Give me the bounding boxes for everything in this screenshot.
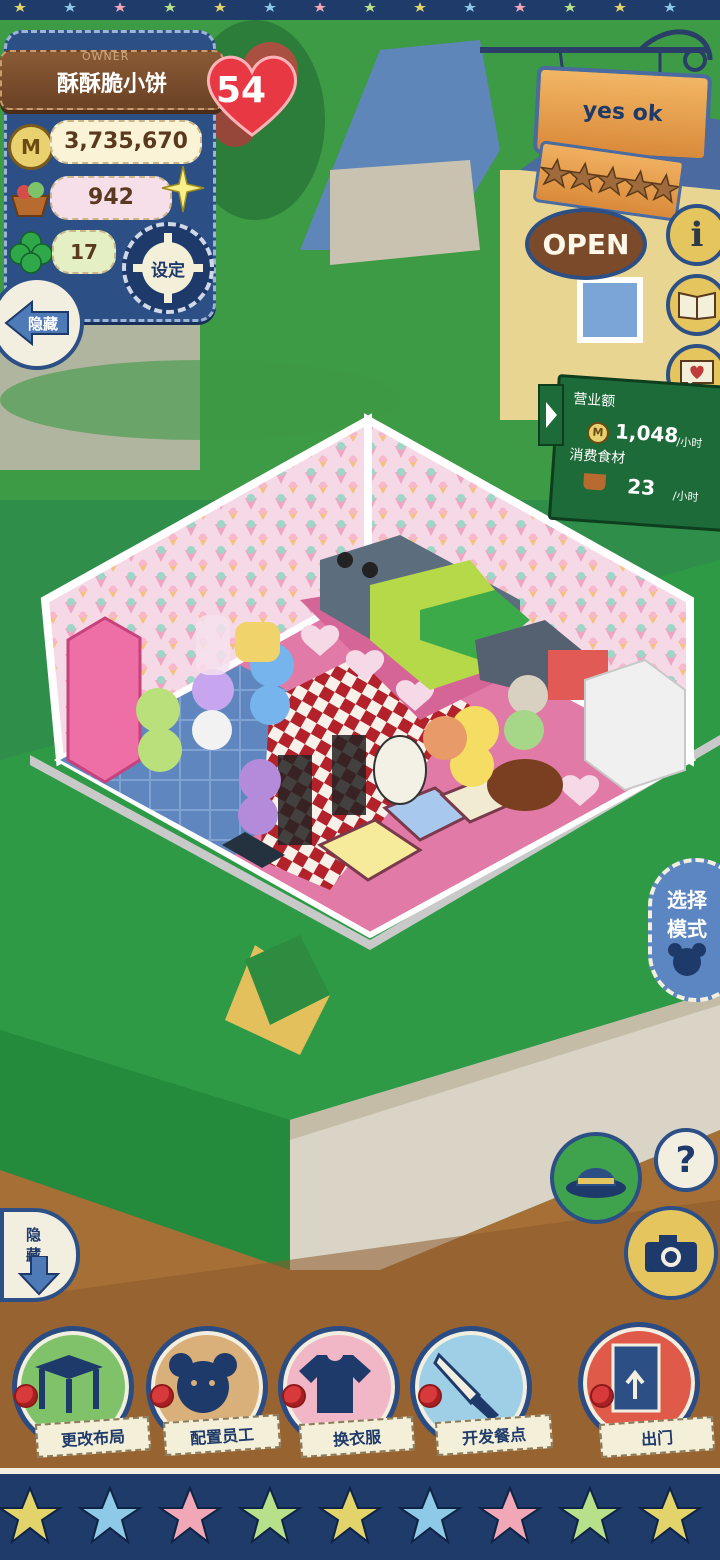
camera-button[interactable]: [624, 1206, 718, 1300]
clover-icon: [8, 230, 54, 276]
rating-star-icon: [649, 172, 682, 204]
info-button[interactable]: i: [666, 204, 720, 266]
info-icon: i: [690, 215, 704, 255]
owner-caption: OWNER: [82, 50, 130, 63]
rating-star-icon: [622, 169, 657, 201]
level-heart: 54: [202, 50, 302, 140]
go-out-pin-icon: [590, 1384, 614, 1408]
settings-button[interactable]: 设定: [122, 222, 214, 314]
book-icon: [678, 291, 716, 321]
help-icon: ?: [675, 1139, 697, 1181]
bear-head-icon: [169, 1353, 237, 1413]
layout-pin-icon: [14, 1384, 38, 1408]
level-value: 54: [216, 70, 267, 111]
stats-toggle-arrow[interactable]: [538, 384, 564, 446]
select-mode-line1: 选择: [667, 888, 707, 912]
shirt-icon: [299, 1355, 371, 1413]
bear-head-icon: [668, 943, 706, 976]
help-button[interactable]: ?: [654, 1128, 718, 1192]
coin-icon: M: [8, 124, 54, 170]
arrow-right-icon: [546, 402, 557, 428]
owner-name: 酥酥脆小饼: [56, 72, 167, 97]
consume-basket-icon: [583, 473, 607, 491]
arrow-down-icon: [17, 1256, 61, 1296]
consume-label: 消费食材: [568, 447, 626, 467]
open-sign[interactable]: OPEN: [525, 208, 647, 280]
revenue-value: 1,048: [614, 419, 680, 448]
rating-star-icon: [538, 157, 574, 189]
rating-star-icon: [566, 161, 602, 193]
door-icon: [611, 1343, 661, 1413]
shop-name: yes ok: [582, 97, 664, 128]
knife-icon: [433, 1352, 499, 1419]
coins-value: 3,735,670: [50, 120, 202, 164]
hat-icon: [566, 1168, 626, 1198]
owner-name-plate[interactable]: OWNER 酥酥脆小饼: [0, 50, 224, 110]
settings-label: 设定: [151, 260, 185, 281]
select-mode-button[interactable]: 选择 模式: [648, 858, 720, 1002]
outfit-pin-icon: [282, 1384, 306, 1408]
hide-bottom-line1: 隐: [26, 1226, 42, 1244]
consume-unit: /小时: [672, 489, 699, 505]
hide-top-label: 隐藏: [27, 314, 58, 333]
revenue-label: 营业额: [572, 391, 616, 411]
stats-board[interactable]: 营业额 M 1,048 /小时 消费食材 23 /小时: [547, 374, 720, 532]
select-mode-line2: 模式: [667, 917, 707, 941]
table-icon: [35, 1355, 103, 1413]
develop-pin-icon: [418, 1384, 442, 1408]
rating-star-icon: [594, 165, 629, 197]
food-basket-icon: [8, 178, 52, 218]
sparkle-icon: [160, 165, 206, 214]
hat-button[interactable]: [550, 1132, 642, 1224]
clover-value: 17: [52, 230, 116, 274]
food-value: 942: [50, 176, 172, 220]
open-status: OPEN: [542, 227, 630, 261]
consume-value: 23: [626, 474, 656, 501]
revenue-unit: /小时: [676, 435, 703, 451]
top-star-border: [0, 0, 720, 20]
staff-pin-icon: [150, 1384, 174, 1408]
camera-icon: [645, 1235, 697, 1272]
revenue-coin-icon: M: [586, 421, 610, 445]
bottom-star-border: [0, 1468, 720, 1560]
book-button[interactable]: [666, 274, 720, 336]
